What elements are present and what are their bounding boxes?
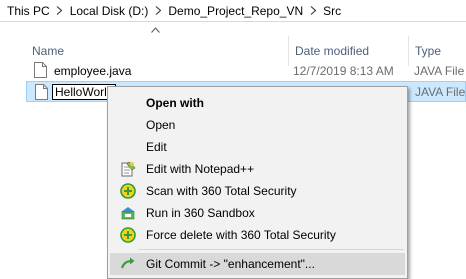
menu-item-label: Open [146, 118, 176, 132]
file-icon [34, 62, 47, 78]
breadcrumb-this-pc[interactable]: This PC [4, 4, 53, 18]
sandbox-icon [121, 207, 135, 220]
menu-item-label: Run in 360 Sandbox [146, 206, 255, 220]
chevron-right-icon[interactable] [151, 0, 165, 22]
breadcrumb-src[interactable]: Src [320, 4, 344, 18]
notepad-plus-plus-icon [121, 161, 136, 177]
breadcrumb-local-disk[interactable]: Local Disk (D:) [67, 4, 152, 18]
menu-item-edit-notepad[interactable]: Edit with Notepad++ [110, 158, 405, 180]
menu-item-open[interactable]: Open [110, 114, 405, 136]
git-commit-icon [120, 257, 135, 269]
menu-item-edit[interactable]: Edit [110, 136, 405, 158]
menu-item-git-commit[interactable]: Git Commit -> "enhancement"... [110, 253, 405, 275]
sort-ascending-icon [151, 27, 160, 33]
menu-item-open-with[interactable]: Open with [110, 92, 405, 114]
menu-item-force-delete[interactable]: Force delete with 360 Total Security [110, 224, 405, 246]
menu-item-label: Git Commit -> "enhancement"... [146, 257, 315, 271]
file-type: JAVA File [414, 63, 465, 78]
menu-item-label: Edit with Notepad++ [146, 162, 255, 176]
breadcrumb-repo[interactable]: Demo_Project_Repo_VN [165, 4, 306, 18]
360-security-icon [120, 227, 136, 243]
file-type: JAVA File [415, 84, 466, 99]
chevron-right-icon[interactable] [306, 0, 320, 22]
menu-item-sandbox[interactable]: Run in 360 Sandbox [110, 202, 405, 224]
menu-item-label: Open with [146, 96, 204, 110]
file-name: employee.java [54, 63, 132, 78]
menu-item-label: Force delete with 360 Total Security [146, 228, 336, 242]
file-row[interactable]: employee.java 12/7/2019 8:13 AM JAVA Fil… [26, 60, 466, 81]
file-date: 12/7/2019 8:13 AM [293, 63, 394, 78]
context-menu: Open with Open Edit Edit with Notepad++ … [107, 86, 408, 279]
menu-item-label: Scan with 360 Total Security [146, 184, 297, 198]
address-bar[interactable]: This PC Local Disk (D:) Demo_Project_Rep… [0, 0, 466, 22]
file-icon [35, 84, 48, 100]
chevron-right-icon[interactable] [53, 0, 67, 22]
menu-divider [138, 249, 404, 250]
menu-item-label: Edit [146, 140, 167, 154]
menu-item-scan-360[interactable]: Scan with 360 Total Security [110, 180, 405, 202]
360-security-icon [120, 183, 136, 199]
